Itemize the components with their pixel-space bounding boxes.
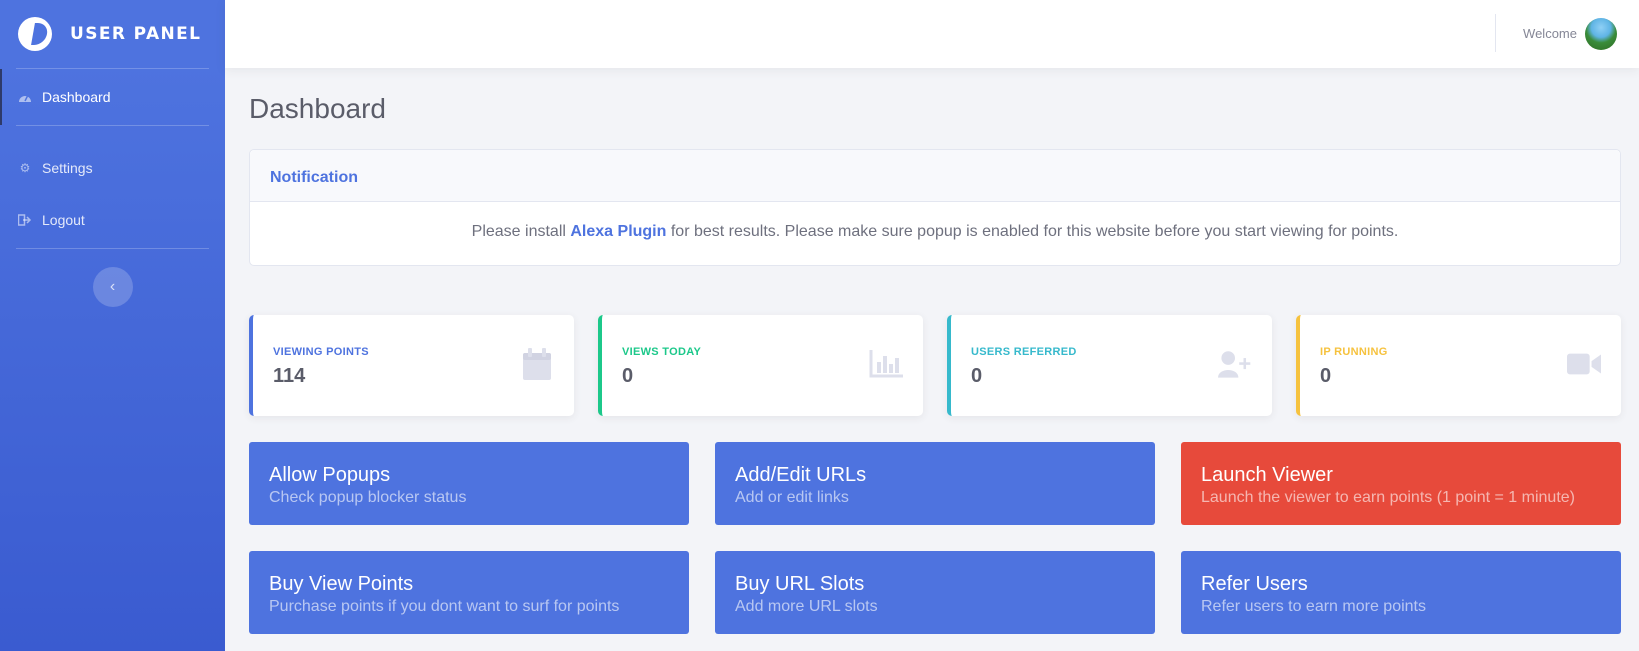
sidebar-item-dashboard[interactable]: Dashboard [0,69,225,125]
sidebar-item-logout[interactable]: Logout [0,192,225,248]
gear-icon: ⚙ [19,161,31,175]
buy-view-points-button[interactable]: Buy View Points Purchase points if you d… [249,551,689,634]
sidebar-item-settings[interactable]: ⚙ Settings [0,140,225,196]
page-title: Dashboard [249,93,386,124]
action-subtitle: Check popup blocker status [269,489,467,506]
stat-label: USERS REFERRED [971,346,1077,358]
logout-icon [18,213,32,227]
brand[interactable]: USER PANEL [0,0,225,68]
calendar-icon [520,347,554,381]
action-title: Buy View Points [269,573,414,595]
buy-url-slots-button[interactable]: Buy URL Slots Add more URL slots [715,551,1155,634]
sidebar-item-label: Settings [42,160,93,176]
alexa-plugin-link[interactable]: Alexa Plugin [570,223,666,240]
notification-body: Please install Alexa Plugin for best res… [250,202,1620,241]
brand-logo-icon [18,17,52,51]
avatar[interactable] [1585,18,1617,50]
notification-text: Please install [471,223,571,240]
sidebar-divider [16,248,209,249]
action-subtitle: Refer users to earn more points [1201,598,1426,615]
stat-value: 0 [971,365,983,387]
sidebar-toggle-button[interactable]: ‹ [92,267,133,307]
action-title: Allow Popups [269,464,391,486]
stat-label: VIEWS TODAY [622,346,702,358]
notification-card: Notification Please install Alexa Plugin… [249,149,1621,266]
stat-label: IP RUNNING [1320,346,1388,358]
notification-text: for best results. Please make sure popup… [666,223,1399,240]
dashboard-icon [18,90,32,104]
action-title: Add/Edit URLs [735,464,867,486]
stat-label: VIEWING POINTS [273,346,369,358]
action-title: Launch Viewer [1201,464,1333,486]
sidebar: USER PANEL Dashboard ⚙ Settings Logout ‹ [0,0,225,651]
stat-card-users-referred: USERS REFERRED 0 [947,315,1272,416]
brand-title: USER PANEL [70,24,202,44]
allow-popups-button[interactable]: Allow Popups Check popup blocker status [249,442,689,525]
stat-value: 114 [273,365,306,387]
action-subtitle: Launch the viewer to earn points (1 poin… [1201,489,1575,506]
chevron-left-icon: ‹ [109,278,116,295]
chart-icon [869,347,903,381]
video-icon [1567,347,1601,381]
stat-card-views-today: VIEWS TODAY 0 [598,315,923,416]
stat-card-viewing-points: VIEWING POINTS 114 [249,315,574,416]
launch-viewer-button[interactable]: Launch Viewer Launch the viewer to earn … [1181,442,1621,525]
stat-card-ip-running: IP RUNNING 0 [1296,315,1621,416]
topbar-divider [1495,14,1496,52]
action-subtitle: Add more URL slots [735,598,878,615]
refer-users-button[interactable]: Refer Users Refer users to earn more poi… [1181,551,1621,634]
action-subtitle: Purchase points if you dont want to surf… [269,598,620,615]
stat-value: 0 [622,365,634,387]
main-content: Dashboard Notification Please install Al… [225,68,1639,651]
user-plus-icon [1218,347,1252,381]
action-title: Refer Users [1201,573,1308,595]
sidebar-item-label: Logout [42,212,85,228]
action-subtitle: Add or edit links [735,489,849,506]
sidebar-item-label: Dashboard [42,89,111,105]
add-edit-urls-button[interactable]: Add/Edit URLs Add or edit links [715,442,1155,525]
notification-header: Notification [250,150,1620,202]
stat-value: 0 [1320,365,1332,387]
action-title: Buy URL Slots [735,573,865,595]
topbar: Welcome [225,0,1639,68]
welcome-text[interactable]: Welcome [1523,26,1577,41]
